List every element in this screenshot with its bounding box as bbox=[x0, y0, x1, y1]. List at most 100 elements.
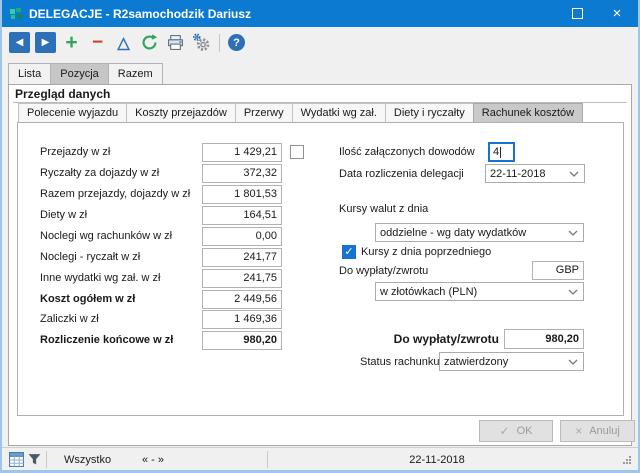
maximize-button[interactable] bbox=[560, 0, 594, 27]
account-status-select[interactable]: zatwierdzony bbox=[439, 352, 584, 371]
grid-view-button[interactable] bbox=[9, 448, 24, 471]
currency-rates-select[interactable]: oddzielne - wg daty wydatków bbox=[375, 223, 584, 242]
field-label: Diety w zł bbox=[40, 209, 87, 221]
cancel-button-label: Anuluj bbox=[589, 425, 620, 437]
field-label: Rozliczenie końcowe w zł bbox=[40, 334, 173, 346]
payout-total-field[interactable]: 980,20 bbox=[504, 329, 584, 349]
row-noclegi-rachunki: Noclegi wg rachunków w zł 0,00 bbox=[40, 227, 282, 246]
tab-wydatki-wg-zal[interactable]: Wydatki wg zał. bbox=[292, 103, 386, 122]
settlement-date-label: Data rozliczenia delegacji bbox=[339, 165, 464, 184]
field-label: Inne wydatki wg zał. w zł bbox=[40, 272, 160, 284]
settings-button[interactable] bbox=[191, 32, 212, 53]
cancel-button[interactable]: × Anuluj bbox=[560, 420, 635, 442]
section-tab-bar: Polecenie wyjazdu Koszty przejazdów Prze… bbox=[18, 104, 582, 122]
previous-record-button[interactable]: ◀ bbox=[9, 32, 30, 53]
edit-button[interactable]: △ bbox=[113, 32, 134, 53]
tab-koszty-przejazdow[interactable]: Koszty przejazdów bbox=[126, 103, 236, 122]
resize-grip[interactable] bbox=[622, 448, 632, 471]
field-label: Noclegi wg rachunków w zł bbox=[40, 230, 172, 242]
tab-lista[interactable]: Lista bbox=[8, 63, 51, 84]
row-razem-przejazdy: Razem przejazdy, dojazdy w zł 1 801,53 bbox=[40, 185, 282, 204]
minus-icon: − bbox=[92, 35, 103, 51]
grip-icon bbox=[622, 455, 632, 465]
tab-rachunek-kosztow[interactable]: Rachunek kosztów bbox=[473, 103, 583, 122]
attached-docs-input[interactable]: 4 bbox=[488, 142, 515, 162]
toolbar-separator bbox=[219, 34, 220, 52]
maximize-icon bbox=[572, 8, 583, 19]
amount-field[interactable]: 1 801,53 bbox=[202, 185, 282, 204]
check-icon: ✓ bbox=[344, 246, 353, 258]
app-icon bbox=[9, 7, 23, 21]
settlement-date-value: 22-11-2018 bbox=[490, 168, 545, 180]
text-caret bbox=[500, 147, 501, 158]
close-button[interactable]: × bbox=[600, 0, 634, 27]
attached-docs-label: Ilość załączonych dowodów bbox=[339, 143, 475, 162]
chevron-down-icon bbox=[568, 359, 578, 365]
currency-rates-value: oddzielne - wg daty wydatków bbox=[380, 227, 526, 239]
help-button[interactable]: ? bbox=[226, 32, 247, 53]
amount-field[interactable]: 164,51 bbox=[202, 206, 282, 225]
printer-icon bbox=[167, 34, 184, 51]
field-label: Razem przejazdy, dojazdy w zł bbox=[40, 188, 190, 200]
chevron-down-icon bbox=[568, 230, 578, 236]
currency-rates-label: Kursy walut z dnia bbox=[339, 200, 428, 219]
add-button[interactable]: + bbox=[61, 32, 82, 53]
range-label[interactable]: « - » bbox=[142, 448, 164, 471]
table-grid-icon bbox=[9, 452, 24, 467]
prev-day-rates-label: Kursy z dnia poprzedniego bbox=[361, 243, 491, 262]
field-label: Noclegi - ryczałt w zł bbox=[40, 251, 140, 263]
x-icon: × bbox=[575, 424, 582, 438]
field-label: Przejazdy w zł bbox=[40, 146, 110, 158]
tab-przerwy[interactable]: Przerwy bbox=[235, 103, 293, 122]
print-button[interactable] bbox=[165, 32, 186, 53]
check-icon: ✓ bbox=[500, 424, 510, 438]
payout-mode-select[interactable]: w złotówkach (PLN) bbox=[375, 282, 584, 301]
amount-field[interactable]: 241,77 bbox=[202, 248, 282, 267]
row-rozliczenie-koncowe: Rozliczenie końcowe w zł 980,20 bbox=[40, 331, 282, 350]
filter-button[interactable] bbox=[28, 448, 41, 471]
ok-button[interactable]: ✓ OK bbox=[479, 420, 553, 442]
row-inne-wydatki: Inne wydatki wg zał. w zł 241,75 bbox=[40, 269, 282, 288]
refresh-button[interactable] bbox=[139, 32, 160, 53]
tab-pozycja[interactable]: Pozycja bbox=[50, 63, 109, 84]
tab-diety-i-ryczalty[interactable]: Diety i ryczałty bbox=[385, 103, 474, 122]
status-bar: Wszystko « - » 22-11-2018 bbox=[2, 447, 638, 471]
plus-icon: + bbox=[65, 34, 77, 52]
statusbar-separator bbox=[267, 451, 268, 468]
payout-currency-field[interactable]: GBP bbox=[532, 261, 584, 280]
settlement-date-select[interactable]: 22-11-2018 bbox=[485, 164, 585, 183]
row-zaliczki: Zaliczki w zł 1 469,36 bbox=[40, 310, 282, 329]
field-label: Ryczałty za dojazdy w zł bbox=[40, 167, 159, 179]
prev-day-rates-checkbox[interactable]: ✓ bbox=[342, 245, 356, 259]
triangle-icon: △ bbox=[117, 33, 129, 53]
delete-button[interactable]: − bbox=[87, 32, 108, 53]
panel-title: Przegląd danych bbox=[15, 87, 110, 101]
amount-field[interactable]: 980,20 bbox=[202, 331, 282, 350]
amount-field[interactable]: 372,32 bbox=[202, 164, 282, 183]
account-status-value: zatwierdzony bbox=[444, 356, 508, 368]
field-label: Koszt ogółem w zł bbox=[40, 293, 135, 305]
payout-mode-value: w złotówkach (PLN) bbox=[380, 286, 477, 298]
arrow-left-icon: ◀ bbox=[16, 32, 24, 53]
amount-field[interactable]: 1 429,21 bbox=[202, 143, 282, 162]
amount-field[interactable]: 241,75 bbox=[202, 269, 282, 288]
tab-razem[interactable]: Razem bbox=[108, 63, 163, 84]
amount-field[interactable]: 2 449,56 bbox=[202, 290, 282, 309]
tab-polecenie-wyjazdu[interactable]: Polecenie wyjazdu bbox=[18, 103, 127, 122]
title-bar: DELEGACJE - R2samochodzik Dariusz × bbox=[2, 0, 638, 27]
filter-scope-label[interactable]: Wszystko bbox=[64, 448, 111, 471]
toolbar: ◀ ▶ + − △ bbox=[2, 27, 638, 58]
ok-button-label: OK bbox=[517, 425, 533, 437]
przejazdy-checkbox[interactable] bbox=[290, 145, 304, 159]
row-diety: Diety w zł 164,51 bbox=[40, 206, 282, 225]
amount-field[interactable]: 1 469,36 bbox=[202, 310, 282, 329]
amount-field[interactable]: 0,00 bbox=[202, 227, 282, 246]
help-icon: ? bbox=[228, 34, 245, 51]
refresh-icon bbox=[141, 34, 158, 51]
next-record-button[interactable]: ▶ bbox=[35, 32, 56, 53]
row-noclegi-ryczalt: Noclegi - ryczałt w zł 241,77 bbox=[40, 248, 282, 267]
chevron-down-icon bbox=[568, 289, 578, 295]
statusbar-separator bbox=[46, 451, 47, 468]
arrow-right-icon: ▶ bbox=[42, 32, 50, 53]
statusbar-date: 22-11-2018 bbox=[332, 448, 542, 471]
